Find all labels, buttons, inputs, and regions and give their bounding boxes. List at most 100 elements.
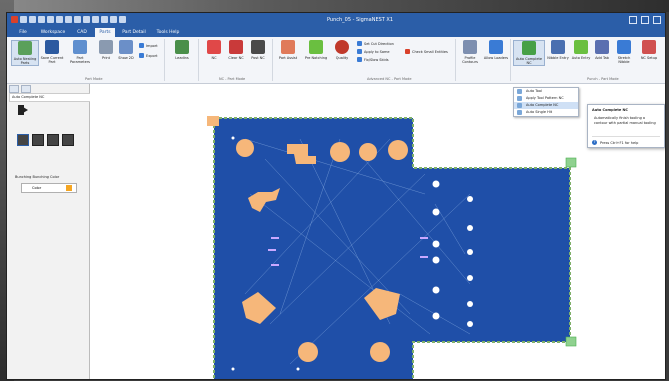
maximize-icon[interactable] xyxy=(641,16,649,24)
export-icon xyxy=(139,53,144,58)
post-nc-button[interactable]: Post NC xyxy=(245,40,271,60)
select-icon[interactable] xyxy=(101,16,108,23)
auto-tool-icon xyxy=(517,89,522,94)
color-field[interactable]: Color xyxy=(21,183,77,193)
save-icon[interactable] xyxy=(38,16,45,23)
minimize-icon[interactable] xyxy=(629,16,637,24)
auto-complete-dropdown: Auto Tool Apply Tool Pattern NC Auto Com… xyxy=(513,87,579,117)
tool-delete-icon[interactable] xyxy=(62,134,74,146)
auto-nest-button[interactable]: Auto Nesting Parts xyxy=(11,40,39,66)
stretch-nibble-button[interactable]: Stretch Nibble xyxy=(613,40,635,64)
feature-circle xyxy=(236,139,254,157)
tooltip-body: Automatically finish tooling a contour w… xyxy=(594,116,656,125)
nc-icon xyxy=(207,40,221,54)
tab-workspace[interactable]: Workspace xyxy=(37,28,69,37)
add-tab-icon xyxy=(595,40,609,54)
post-nc-icon xyxy=(251,40,265,54)
printer-icon xyxy=(99,40,113,54)
bunching-label: Bunching Bunching Color xyxy=(15,175,60,179)
ribbon-separator xyxy=(272,39,273,81)
close-icon[interactable] xyxy=(653,16,661,24)
profile-contours-button[interactable]: Profile Contours xyxy=(457,40,483,64)
export-button[interactable]: Export xyxy=(139,53,157,58)
pan-icon[interactable] xyxy=(83,16,90,23)
check-small-entities-button[interactable]: Check Small Entities xyxy=(405,49,448,54)
app-window: Punch_05 - SigmaNEST X1 File Workspace C… xyxy=(6,12,666,380)
import-button[interactable]: Import xyxy=(139,43,158,48)
tab-cad[interactable]: CAD xyxy=(73,28,91,37)
measure-icon[interactable] xyxy=(110,16,117,23)
open-icon[interactable] xyxy=(29,16,36,23)
parameters-icon xyxy=(73,40,87,54)
profile-icon xyxy=(463,40,477,54)
single-hit-icon xyxy=(517,110,522,115)
nc-setup-button[interactable]: NC Setup xyxy=(637,40,661,60)
desktop-background-top xyxy=(0,0,669,12)
cut-direction-icon xyxy=(357,41,362,46)
menu-item-auto-tool[interactable]: Auto Tool xyxy=(514,88,578,95)
tab-part-detail[interactable]: Part Detail xyxy=(119,28,149,37)
zoom-icon[interactable] xyxy=(74,16,81,23)
show-2d-button[interactable]: Show 2D xyxy=(113,40,139,60)
tab-parts[interactable]: Parts xyxy=(95,28,115,37)
grid-node-marker xyxy=(565,157,577,168)
auto-entry-icon xyxy=(574,40,588,54)
auto-entry-button[interactable]: Auto Entry xyxy=(571,40,591,60)
ribbon: Auto Nesting Parts Save Current Part Par… xyxy=(7,37,665,84)
allow-loaders-button[interactable]: Allow Loaders xyxy=(483,40,509,60)
part-parameters-button[interactable]: Part Parameters xyxy=(67,40,93,64)
menu-item-apply-tool-pattern[interactable]: Apply Tool Pattern NC xyxy=(514,95,578,102)
group-label-nc-part-mode: NC - Part Mode xyxy=(219,77,246,81)
leadins-button[interactable]: Leadins xyxy=(169,40,195,60)
auto-complete-nc-button[interactable]: Auto Complete NC xyxy=(513,40,545,66)
app-menu-icon[interactable] xyxy=(11,16,18,23)
clear-nc-icon xyxy=(229,40,243,54)
tool-rotate-icon[interactable] xyxy=(47,134,59,146)
print-icon[interactable] xyxy=(65,16,72,23)
new-icon[interactable] xyxy=(20,16,27,23)
check-entities-icon xyxy=(405,49,410,54)
tooltip-help: ? Press Ctrl+F1 for help xyxy=(592,136,660,145)
auto-complete-icon xyxy=(522,41,536,55)
feature-circle xyxy=(370,342,390,362)
tool-select-icon[interactable] xyxy=(17,134,29,146)
part-assist-button[interactable]: Part Assist xyxy=(275,40,301,60)
panel-tab[interactable] xyxy=(9,85,19,93)
quick-access-toolbar xyxy=(11,16,126,23)
quality-button[interactable]: Quality xyxy=(329,40,355,60)
nibble-entry-button[interactable]: Nibble Entry xyxy=(547,40,569,60)
drawing-canvas[interactable] xyxy=(90,84,665,379)
part-assist-icon xyxy=(281,40,295,54)
add-tab-button[interactable]: Add Tab xyxy=(592,40,612,60)
group-label-punch: Punch - Part Mode xyxy=(587,77,619,81)
set-cut-direction-button[interactable]: Set Cut Direction xyxy=(357,41,394,46)
side-panel: Auto Complete NC Bunching Bunching Color… xyxy=(7,84,91,379)
feature-circle xyxy=(330,142,350,162)
ribbon-separator xyxy=(455,39,456,81)
save-part-button[interactable]: Save Current Part xyxy=(39,40,65,64)
panel-tabs xyxy=(9,85,31,93)
undo-icon[interactable] xyxy=(47,16,54,23)
exit-icon[interactable] xyxy=(17,104,29,116)
menu-item-auto-single-hit[interactable]: Auto Single Hit xyxy=(514,109,578,116)
corner-tab xyxy=(207,116,219,126)
tab-file[interactable]: File xyxy=(15,28,31,37)
help-icon: ? xyxy=(592,140,597,145)
import-icon xyxy=(139,43,144,48)
color-swatch[interactable] xyxy=(66,185,72,191)
feature-circle xyxy=(298,342,318,362)
tab-tools-help[interactable]: Tools Help xyxy=(153,28,183,37)
redo-icon[interactable] xyxy=(56,16,63,23)
menu-item-auto-complete-nc[interactable]: Auto Complete NC xyxy=(514,102,578,109)
part-drawing xyxy=(207,116,577,379)
fix-slow-skids-button[interactable]: Fix/Slow Skids xyxy=(357,57,389,62)
panel-title: Auto Complete NC xyxy=(9,93,91,102)
apply-to-same-button[interactable]: Apply to Same xyxy=(357,49,390,54)
fit-icon[interactable] xyxy=(92,16,99,23)
apply-same-icon xyxy=(357,49,362,54)
tool-move-icon[interactable] xyxy=(32,134,44,146)
show-2d-icon xyxy=(119,40,133,54)
panel-tab[interactable] xyxy=(21,85,31,93)
toolbar-more-icon[interactable] xyxy=(119,16,126,23)
pre-notching-button[interactable]: Pre Notching xyxy=(303,40,329,60)
